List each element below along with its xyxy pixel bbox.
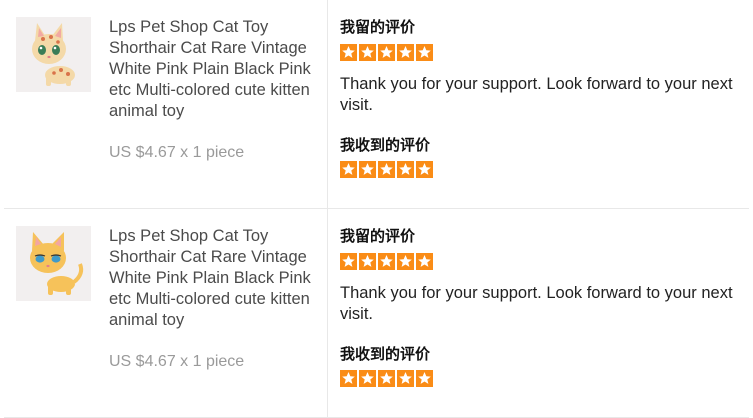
product-title[interactable]: Lps Pet Shop Cat Toy Shorthair Cat Rare … xyxy=(109,17,323,122)
received-rating-stars xyxy=(340,161,433,178)
review-list: Lps Pet Shop Cat Toy Shorthair Cat Rare … xyxy=(0,0,753,418)
received-rating-stars xyxy=(340,370,433,387)
star-icon xyxy=(340,161,357,178)
review-row: Lps Pet Shop Cat Toy Shorthair Cat Rare … xyxy=(0,209,753,418)
my-review-label: 我留的评价 xyxy=(340,18,416,36)
star-icon xyxy=(340,370,357,387)
star-icon xyxy=(397,370,414,387)
star-icon xyxy=(359,253,376,270)
star-icon xyxy=(359,44,376,61)
star-icon xyxy=(416,253,433,270)
product-price: US $4.67 x 1 piece xyxy=(109,144,245,161)
star-icon xyxy=(416,44,433,61)
cat-toy-spotted-icon[interactable] xyxy=(16,17,91,92)
star-icon xyxy=(397,161,414,178)
star-icon xyxy=(359,370,376,387)
review-details: 我留的评价 Thank you for your support. Look f… xyxy=(340,0,745,209)
received-review-label: 我收到的评价 xyxy=(340,345,431,363)
review-text: Thank you for your support. Look forward… xyxy=(340,284,733,323)
review-row: Lps Pet Shop Cat Toy Shorthair Cat Rare … xyxy=(0,0,753,209)
my-rating-stars xyxy=(340,253,433,270)
star-icon xyxy=(340,44,357,61)
review-details: 我留的评价 Thank you for your support. Look f… xyxy=(340,209,745,418)
star-icon xyxy=(397,253,414,270)
my-review-label: 我留的评价 xyxy=(340,227,416,245)
cat-toy-yellow-icon[interactable] xyxy=(16,226,91,301)
star-icon xyxy=(378,370,395,387)
my-rating-stars xyxy=(340,44,433,61)
received-review-label: 我收到的评价 xyxy=(340,136,431,154)
star-icon xyxy=(378,44,395,61)
product-title[interactable]: Lps Pet Shop Cat Toy Shorthair Cat Rare … xyxy=(109,226,323,331)
review-text: Thank you for your support. Look forward… xyxy=(340,75,733,114)
star-icon xyxy=(378,161,395,178)
product-info: Lps Pet Shop Cat Toy Shorthair Cat Rare … xyxy=(0,209,328,418)
star-icon xyxy=(378,253,395,270)
star-icon xyxy=(340,253,357,270)
product-price: US $4.67 x 1 piece xyxy=(109,353,245,370)
star-icon xyxy=(397,44,414,61)
product-info: Lps Pet Shop Cat Toy Shorthair Cat Rare … xyxy=(0,0,328,209)
star-icon xyxy=(416,161,433,178)
star-icon xyxy=(416,370,433,387)
star-icon xyxy=(359,161,376,178)
